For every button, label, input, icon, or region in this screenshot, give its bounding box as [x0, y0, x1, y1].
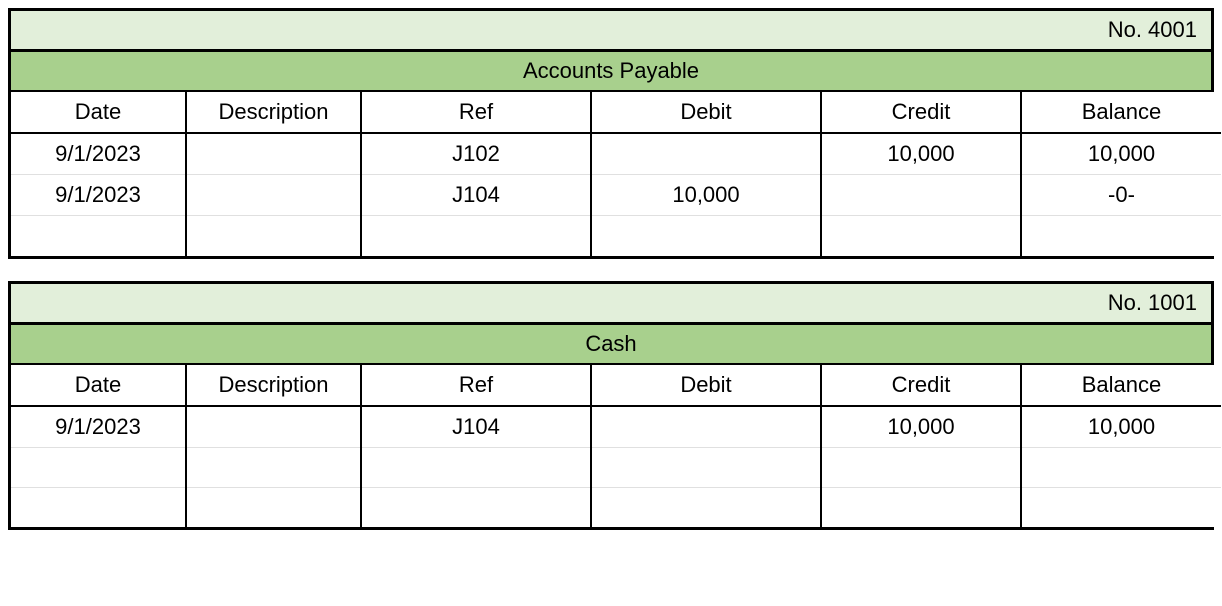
table-row: 9/1/2023 J104 10,000 -0-	[11, 175, 1221, 216]
cell-balance: -0-	[1021, 175, 1221, 216]
cell-balance: 10,000	[1021, 406, 1221, 448]
cell-credit	[821, 175, 1021, 216]
cell-desc	[186, 133, 361, 175]
cell-ref	[361, 216, 591, 256]
col-debit: Debit	[591, 365, 821, 406]
col-debit: Debit	[591, 92, 821, 133]
cell-credit	[821, 447, 1021, 487]
col-ref: Ref	[361, 92, 591, 133]
col-balance: Balance	[1021, 92, 1221, 133]
cell-date: 9/1/2023	[11, 175, 186, 216]
cell-ref: J102	[361, 133, 591, 175]
col-credit: Credit	[821, 365, 1021, 406]
cell-debit	[591, 447, 821, 487]
cell-desc	[186, 175, 361, 216]
ledger-table: Date Description Ref Debit Credit Balanc…	[11, 92, 1221, 256]
table-header-row: Date Description Ref Debit Credit Balanc…	[11, 365, 1221, 406]
cell-desc	[186, 447, 361, 487]
cell-ref: J104	[361, 175, 591, 216]
cell-debit	[591, 133, 821, 175]
cell-debit	[591, 216, 821, 256]
cell-ref	[361, 447, 591, 487]
cell-desc	[186, 487, 361, 527]
table-row: 9/1/2023 J102 10,000 10,000	[11, 133, 1221, 175]
cell-credit: 10,000	[821, 133, 1021, 175]
cell-credit	[821, 216, 1021, 256]
cell-credit: 10,000	[821, 406, 1021, 448]
account-title: Accounts Payable	[11, 52, 1211, 92]
cell-desc	[186, 216, 361, 256]
cell-balance	[1021, 447, 1221, 487]
col-desc: Description	[186, 92, 361, 133]
cell-balance	[1021, 216, 1221, 256]
account-title: Cash	[11, 325, 1211, 365]
col-date: Date	[11, 365, 186, 406]
account-number: No. 4001	[11, 11, 1211, 52]
ledger-cash: No. 1001 Cash Date Description Ref Debit…	[8, 281, 1214, 531]
cell-balance	[1021, 487, 1221, 527]
cell-balance: 10,000	[1021, 133, 1221, 175]
cell-date	[11, 216, 186, 256]
cell-debit	[591, 487, 821, 527]
table-row	[11, 487, 1221, 527]
cell-credit	[821, 487, 1021, 527]
cell-debit	[591, 406, 821, 448]
cell-date	[11, 447, 186, 487]
col-desc: Description	[186, 365, 361, 406]
col-date: Date	[11, 92, 186, 133]
cell-ref	[361, 487, 591, 527]
ledger-accounts-payable: No. 4001 Accounts Payable Date Descripti…	[8, 8, 1214, 259]
col-balance: Balance	[1021, 365, 1221, 406]
table-row	[11, 216, 1221, 256]
table-row	[11, 447, 1221, 487]
ledger-table: Date Description Ref Debit Credit Balanc…	[11, 365, 1221, 528]
cell-debit: 10,000	[591, 175, 821, 216]
table-row: 9/1/2023 J104 10,000 10,000	[11, 406, 1221, 448]
col-ref: Ref	[361, 365, 591, 406]
cell-date: 9/1/2023	[11, 133, 186, 175]
cell-date: 9/1/2023	[11, 406, 186, 448]
table-header-row: Date Description Ref Debit Credit Balanc…	[11, 92, 1221, 133]
col-credit: Credit	[821, 92, 1021, 133]
cell-desc	[186, 406, 361, 448]
cell-date	[11, 487, 186, 527]
cell-ref: J104	[361, 406, 591, 448]
account-number: No. 1001	[11, 284, 1211, 325]
